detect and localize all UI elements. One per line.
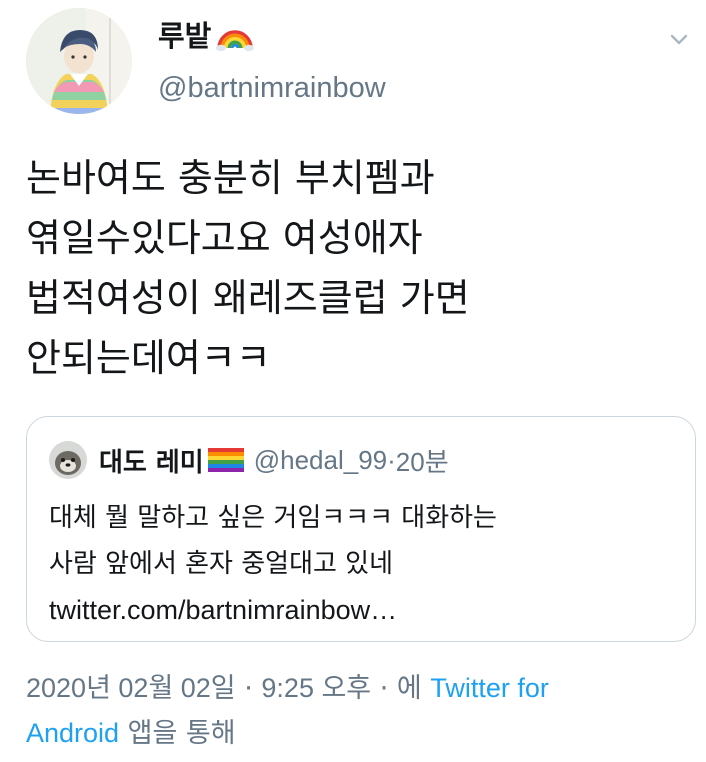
- tweet-text-line: 논바여도 충분히 부치펨과: [26, 156, 435, 200]
- quoted-tweet-header: 대도 레미 @hedal_99 · 20분: [49, 441, 449, 479]
- tweet-date: 2020년 02월 02일: [26, 673, 236, 703]
- user-names: 루밭 @bartnimrainbow: [158, 16, 386, 108]
- quoted-meta-separator: ·: [387, 444, 396, 475]
- quoted-user-handle: @hedal_99: [253, 444, 388, 475]
- quoted-tweet-link[interactable]: twitter.com/bartnimrainbow…: [49, 587, 689, 633]
- quoted-text-line: 대체 뭘 말하고 싶은 거임ㅋㅋㅋ 대화하는: [49, 503, 497, 533]
- tweet-text-line: 엮일수있다고요 여성애자: [26, 216, 423, 260]
- source-app-link[interactable]: Twitter for: [430, 673, 549, 703]
- quoted-user-avatar: [49, 441, 87, 479]
- chevron-down-icon[interactable]: [666, 26, 692, 52]
- rainbow-icon: [215, 20, 255, 52]
- user-avatar[interactable]: [26, 8, 132, 114]
- footer-via-suffix: 앱을 통해: [119, 718, 236, 749]
- drawn-portrait-avatar-icon: [26, 8, 132, 114]
- quoted-user-display-name: 대도 레미: [99, 447, 204, 478]
- user-handle[interactable]: @bartnimrainbow: [158, 68, 386, 108]
- quoted-tweet-text: 대체 뭘 말하고 싶은 거임ㅋㅋㅋ 대화하는 사람 앞에서 혼자 중얼대고 있네…: [49, 495, 689, 633]
- tweet-footer: 2020년 02월 02일 · 9:25 오후 · 에 Twitter for …: [26, 666, 686, 756]
- user-display-name[interactable]: 루밭: [158, 16, 211, 56]
- footer-separator: ·: [371, 673, 397, 704]
- quoted-tweet-time: 20분: [395, 446, 449, 477]
- footer-line-2: Android 앱을 통해: [26, 711, 686, 756]
- quoted-text-line: 사람 앞에서 혼자 중얼대고 있네: [49, 549, 394, 579]
- source-app-link-continued[interactable]: Android: [26, 718, 119, 748]
- quoted-tweet[interactable]: 대도 레미 @hedal_99 · 20분 대체 뭘 말하고 싶은 거임ㅋㅋㅋ …: [26, 416, 696, 642]
- rainbow-flag-icon: [207, 447, 244, 473]
- tweet-time: 9:25 오후: [261, 673, 372, 703]
- user-display-name-row[interactable]: 루밭: [158, 16, 386, 56]
- footer-via-prefix: 에: [396, 673, 431, 704]
- tweet-card: 루밭 @bartnimrainbow 논바여도 충분히 부치펨과 엮일수있다고요…: [0, 0, 706, 762]
- seal-avatar-icon: [49, 441, 87, 479]
- tweet-text: 논바여도 충분히 부치펨과 엮일수있다고요 여성애자 법적여성이 왜레즈클럽 가…: [26, 148, 666, 388]
- tweet-text-line: 안되는데여ㅋㅋ: [26, 336, 271, 380]
- tweet-text-line: 법적여성이 왜레즈클럽 가면: [26, 276, 470, 320]
- footer-separator: ·: [235, 673, 262, 704]
- footer-line-1: 2020년 02월 02일 · 9:25 오후 · 에 Twitter for: [26, 666, 686, 711]
